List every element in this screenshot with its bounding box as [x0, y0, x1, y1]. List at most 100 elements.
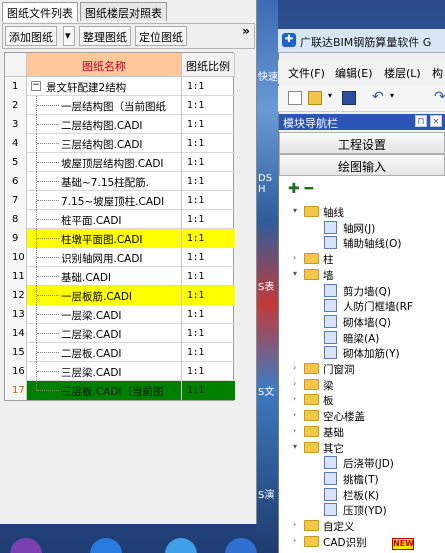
save-icon[interactable] — [342, 91, 356, 105]
drawing-name-cell[interactable]: 三层板.CADI（当前图 — [27, 381, 182, 400]
toolbar-overflow-button[interactable]: » — [239, 24, 253, 48]
tree-folder[interactable]: › 梁 — [293, 377, 433, 393]
undo-icon[interactable]: ↶ — [372, 90, 386, 105]
table-row[interactable]: 12 一层板筋.CADI 1:1 — [5, 286, 235, 305]
desktop-shortcut[interactable]: 快速 — [256, 40, 278, 84]
drawing-name-cell[interactable]: 三层梁.CADI — [27, 362, 182, 381]
drawing-ratio-cell[interactable]: 1:1 — [182, 172, 235, 191]
table-row[interactable]: 11 基础.CADI 1:1 — [5, 267, 235, 286]
collapse-icon[interactable]: › — [293, 379, 303, 388]
desktop-shortcut[interactable]: S文 — [256, 355, 278, 399]
table-row[interactable]: 6 基础~7.15柱配筋. 1:1 — [5, 172, 235, 191]
tree-item[interactable]: 砌体墙(Q) — [313, 314, 433, 330]
table-row[interactable]: 17 三层板.CADI（当前图 1:1 — [5, 381, 235, 400]
tree-item[interactable]: 后浇带(JD) — [313, 455, 433, 471]
taskbar-app-icon[interactable] — [225, 538, 257, 553]
drawing-name-cell[interactable]: 二层板.CADI — [27, 343, 182, 362]
taskbar-app-icon[interactable] — [10, 538, 42, 553]
collapse-icon[interactable]: › — [293, 394, 303, 403]
tree-expand-collapse-icons[interactable]: ✚ ━ — [288, 181, 313, 197]
expand-icon[interactable]: ▾ — [293, 206, 303, 215]
drawing-ratio-cell[interactable]: 1:1 — [182, 248, 235, 267]
table-row[interactable]: 14 二层梁.CADI 1:1 — [5, 324, 235, 343]
drawing-ratio-cell[interactable]: 1:1 — [182, 286, 235, 305]
redo-icon[interactable]: ↷ — [434, 90, 445, 105]
tree-item[interactable]: 砌体加筋(Y) — [313, 345, 433, 361]
collapse-icon[interactable]: › — [293, 410, 303, 419]
taskbar-app-icon[interactable] — [165, 538, 197, 553]
table-row[interactable]: 10 识别轴网用.CADI 1:1 — [5, 248, 235, 267]
column-header-name[interactable]: 图纸名称 — [27, 53, 182, 77]
collapse-icon[interactable]: › — [293, 363, 303, 372]
tree-item[interactable]: 人防门框墙(RF — [313, 298, 433, 314]
drawing-name-cell[interactable]: 桩平面.CADI — [27, 210, 182, 229]
table-row[interactable]: 13 一层梁.CADI 1:1 — [5, 305, 235, 324]
desktop-shortcut[interactable]: DS H — [256, 145, 278, 195]
tree-folder[interactable]: ▾ 其它 — [293, 440, 433, 456]
tree-item[interactable]: 剪力墙(Q) — [313, 283, 433, 299]
organize-drawing-button[interactable]: 整理图纸 — [79, 26, 131, 46]
expand-icon[interactable]: ▾ — [293, 442, 303, 451]
tree-item[interactable]: 压顶(YD) — [313, 502, 433, 518]
drawing-ratio-cell[interactable]: 1:1 — [182, 77, 235, 96]
tree-item[interactable]: 暗梁(A) — [313, 330, 433, 346]
drawing-ratio-cell[interactable]: 1:1 — [182, 324, 235, 343]
desktop-shortcut[interactable]: S演 — [256, 458, 278, 502]
drawing-name-cell[interactable]: 识别轴网用.CADI — [27, 248, 182, 267]
drawing-ratio-cell[interactable]: 1:1 — [182, 229, 235, 248]
pin-icon[interactable]: ⊓ — [415, 115, 427, 127]
locate-drawing-button[interactable]: 定位图纸 — [135, 26, 187, 46]
tree-folder[interactable]: ▾ 轴线 — [293, 204, 433, 220]
chevron-down-icon[interactable]: ▾ — [390, 91, 398, 105]
menu-edit[interactable]: 编辑(E) — [335, 65, 373, 81]
table-row[interactable]: 1− 景文轩配建2结构 1:1 — [5, 77, 235, 96]
drawing-ratio-cell[interactable]: 1:1 — [182, 381, 235, 400]
table-row[interactable]: 2 一层结构图（当前图纸 1:1 — [5, 96, 235, 115]
drawing-ratio-cell[interactable]: 1:1 — [182, 305, 235, 324]
tree-folder[interactable]: › 空心楼盖 — [293, 408, 433, 424]
tab-drawing-file-list[interactable]: 图纸文件列表 — [2, 2, 78, 22]
table-row[interactable]: 3 二层结构图.CADI 1:1 — [5, 115, 235, 134]
tree-item[interactable]: 辅助轴线(O) — [313, 235, 433, 251]
collapse-icon[interactable]: › — [293, 536, 303, 545]
tree-folder[interactable]: › 板 — [293, 392, 433, 408]
drawing-name-cell[interactable]: 二层梁.CADI — [27, 324, 182, 343]
tree-folder[interactable]: › 自定义 — [293, 518, 433, 534]
tree-folder[interactable]: ▾ 墙 — [293, 267, 433, 283]
table-row[interactable]: 9 柱墩平面图.CADI 1:1 — [5, 229, 235, 248]
drawing-ratio-cell[interactable]: 1:1 — [182, 115, 235, 134]
drawing-name-cell[interactable]: 三层结构图.CADI — [27, 134, 182, 153]
drawing-ratio-cell[interactable]: 1:1 — [182, 210, 235, 229]
table-row[interactable]: 15 二层板.CADI 1:1 — [5, 343, 235, 362]
collapse-icon[interactable]: − — [31, 81, 41, 91]
drawing-name-cell[interactable]: 基础.CADI — [27, 267, 182, 286]
tree-item[interactable]: 轴网(J) — [313, 220, 433, 236]
drawing-name-cell[interactable]: − 景文轩配建2结构 — [27, 77, 182, 96]
table-row[interactable]: 16 三层梁.CADI 1:1 — [5, 362, 235, 381]
tree-item[interactable]: 栏板(K) — [313, 487, 433, 503]
table-row[interactable]: 8 桩平面.CADI 1:1 — [5, 210, 235, 229]
drawing-name-cell[interactable]: 柱墩平面图.CADI — [27, 229, 182, 248]
drawing-name-cell[interactable]: 7.15~坡屋顶柱.CADI — [27, 191, 182, 210]
table-row[interactable]: 4 三层结构图.CADI 1:1 — [5, 134, 235, 153]
add-drawing-button[interactable]: 添加图纸 — [5, 26, 57, 46]
close-icon[interactable]: × — [430, 115, 442, 127]
collapse-icon[interactable]: › — [293, 520, 303, 529]
table-row[interactable]: 7 7.15~坡屋顶柱.CADI 1:1 — [5, 191, 235, 210]
tree-folder[interactable]: › 基础 — [293, 424, 433, 440]
expand-icon[interactable]: ▾ — [293, 269, 303, 278]
menu-floor[interactable]: 楼层(L) — [384, 65, 421, 81]
tree-folder[interactable]: › 门窗洞 — [293, 361, 433, 377]
drawing-ratio-cell[interactable]: 1:1 — [182, 96, 235, 115]
menu-file[interactable]: 文件(F) — [288, 65, 325, 81]
collapse-icon[interactable]: › — [293, 253, 303, 262]
table-row[interactable]: 5 坡屋顶层结构图.CADI 1:1 — [5, 153, 235, 172]
drawing-ratio-cell[interactable]: 1:1 — [182, 191, 235, 210]
add-drawing-dropdown[interactable]: ▾ — [63, 26, 75, 46]
column-header-ratio[interactable]: 图纸比例 — [182, 53, 235, 77]
section-project-settings[interactable]: 工程设置 — [279, 132, 445, 154]
tab-drawing-floor-map[interactable]: 图纸楼层对照表 — [80, 2, 167, 21]
drawing-ratio-cell[interactable]: 1:1 — [182, 267, 235, 286]
drawing-ratio-cell[interactable]: 1:1 — [182, 134, 235, 153]
tree-item[interactable]: 挑檐(T) — [313, 471, 433, 487]
